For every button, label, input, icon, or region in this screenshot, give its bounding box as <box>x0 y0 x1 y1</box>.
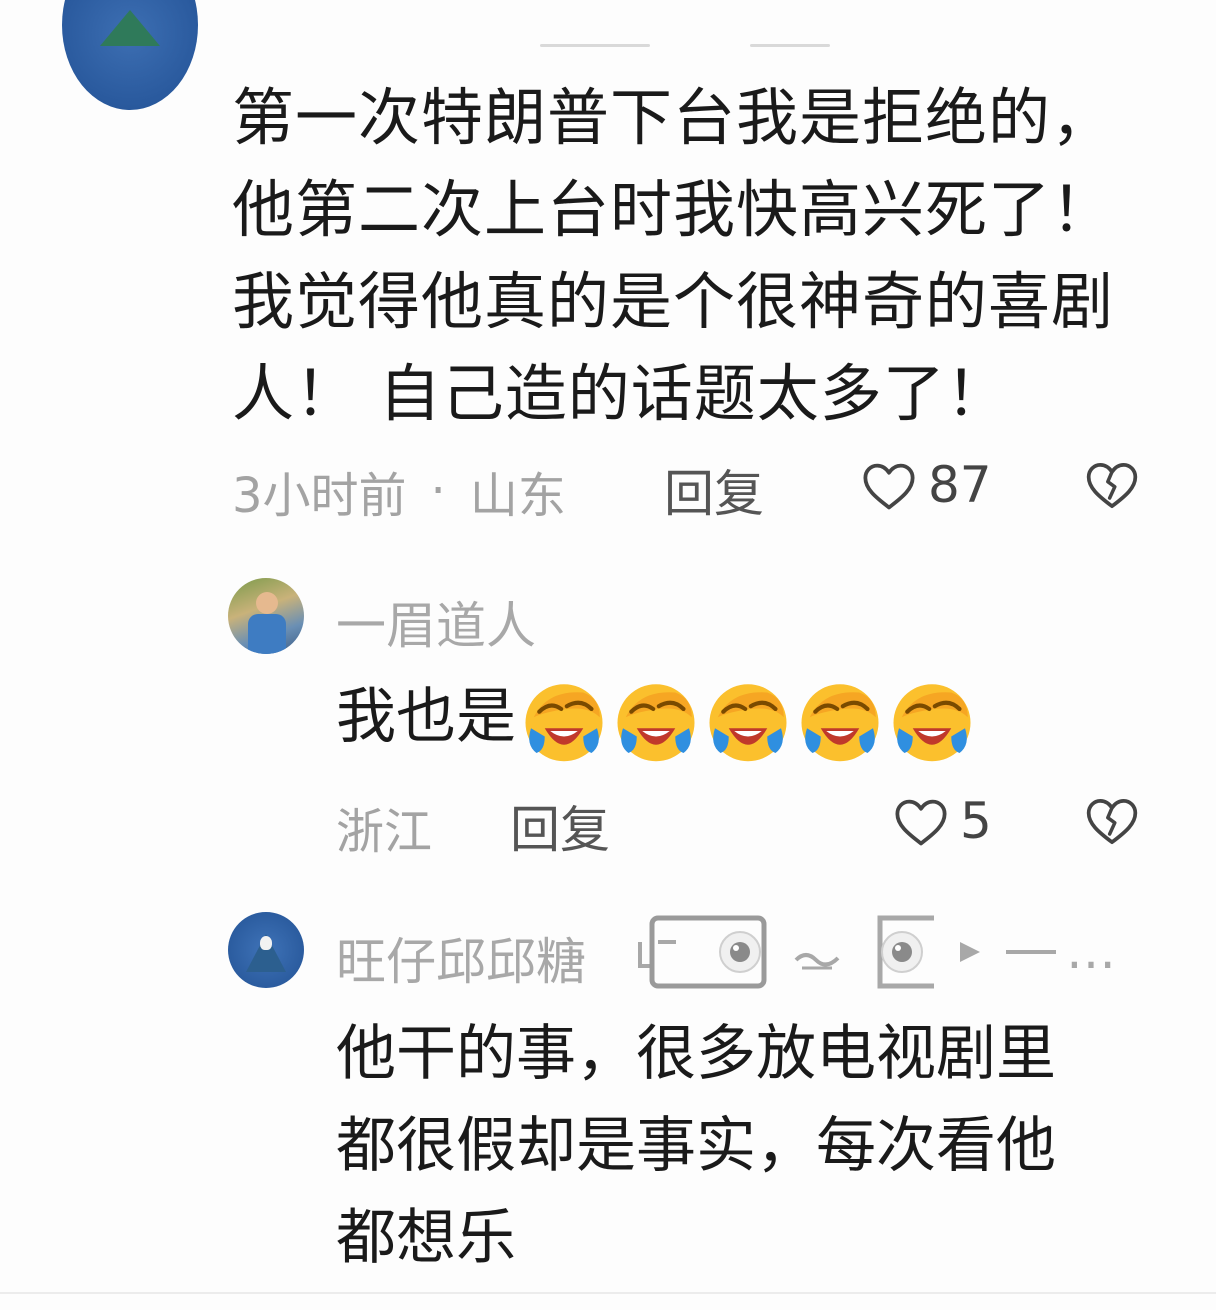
heart-outline-icon <box>863 463 915 510</box>
emoji-row <box>516 682 976 762</box>
meta-separator: · <box>430 463 446 519</box>
comment-line: 我觉得他真的是个很神奇的喜剧 <box>232 265 1115 338</box>
commenter-avatar[interactable] <box>62 0 198 110</box>
main-comment-text: 第一次特朗普下台我是拒绝的， 他第二次上台时我快高兴死了！ 我觉得他真的是个很神… <box>232 72 1162 440</box>
mouth-stroke <box>794 953 840 967</box>
comment-line: 第一次特朗普下台我是拒绝的， <box>232 81 1115 154</box>
eye-pupil <box>892 942 912 962</box>
dislike-button[interactable] <box>1084 794 1140 850</box>
avatar-body <box>248 614 286 654</box>
comment-time: 3小时前 <box>232 468 407 524</box>
eye-glint <box>733 945 739 951</box>
reply-avatar[interactable] <box>228 912 304 988</box>
avatar-face <box>256 592 278 614</box>
crying-laughing-emoji <box>525 684 603 762</box>
play-triangle <box>960 942 980 962</box>
comment-line: 他第二次上台时我快高兴死了！ <box>232 173 1115 246</box>
tree-graphic <box>100 10 160 46</box>
bottom-divider <box>0 1292 1216 1294</box>
username-ellipsis: … <box>1066 922 1116 980</box>
crying-laughing-emoji <box>617 684 695 762</box>
main-comment-meta: 3小时前 · 山东 <box>232 456 566 526</box>
like-button[interactable]: 87 <box>860 456 992 514</box>
reply-line: 都想乐 <box>336 1203 516 1273</box>
comment-thread: 第一次特朗普下台我是拒绝的， 他第二次上台时我快高兴死了！ 我觉得他真的是个很神… <box>0 0 1216 1310</box>
reply-text: 我也是 <box>336 672 976 764</box>
dislike-button[interactable] <box>1084 458 1140 514</box>
like-count: 5 <box>960 792 992 850</box>
like-count: 87 <box>928 456 992 514</box>
eye-pupil <box>730 942 750 962</box>
reply-text: 他干的事，很多放电视剧里 都很假却是事实，每次看他 都想乐 <box>336 1008 1056 1284</box>
reply-line: 他干的事，很多放电视剧里 <box>336 1019 1056 1089</box>
reply-avatar[interactable] <box>228 578 304 654</box>
heart-outline-icon <box>895 799 947 846</box>
nickname-kaomoji <box>638 915 1056 989</box>
reply-line: 都很假却是事实，每次看他 <box>336 1111 1056 1181</box>
reply-text-content: 我也是 <box>336 682 516 752</box>
comment-line: 人！ 自己造的话题太多了！ <box>232 357 1009 430</box>
eye-glint <box>895 945 901 951</box>
like-button[interactable]: 5 <box>892 792 992 850</box>
broken-heart-icon <box>1086 799 1138 845</box>
cropped-header-fragment <box>540 44 830 50</box>
comment-location: 山东 <box>469 468 566 524</box>
reply-meta: 浙江 <box>336 792 432 862</box>
reply-username[interactable]: 旺仔邱邱糖 <box>336 922 586 994</box>
crying-laughing-emoji <box>801 684 879 762</box>
ghost-graphic <box>260 936 272 950</box>
reply-location: 浙江 <box>336 804 433 860</box>
reply-button[interactable]: 回复 <box>664 454 764 526</box>
crying-laughing-emoji <box>893 684 971 762</box>
reply-button[interactable]: 回复 <box>510 790 610 862</box>
broken-heart-icon <box>1086 463 1138 509</box>
crying-laughing-emoji <box>709 684 787 762</box>
reply-username[interactable]: 一眉道人 <box>336 586 536 658</box>
